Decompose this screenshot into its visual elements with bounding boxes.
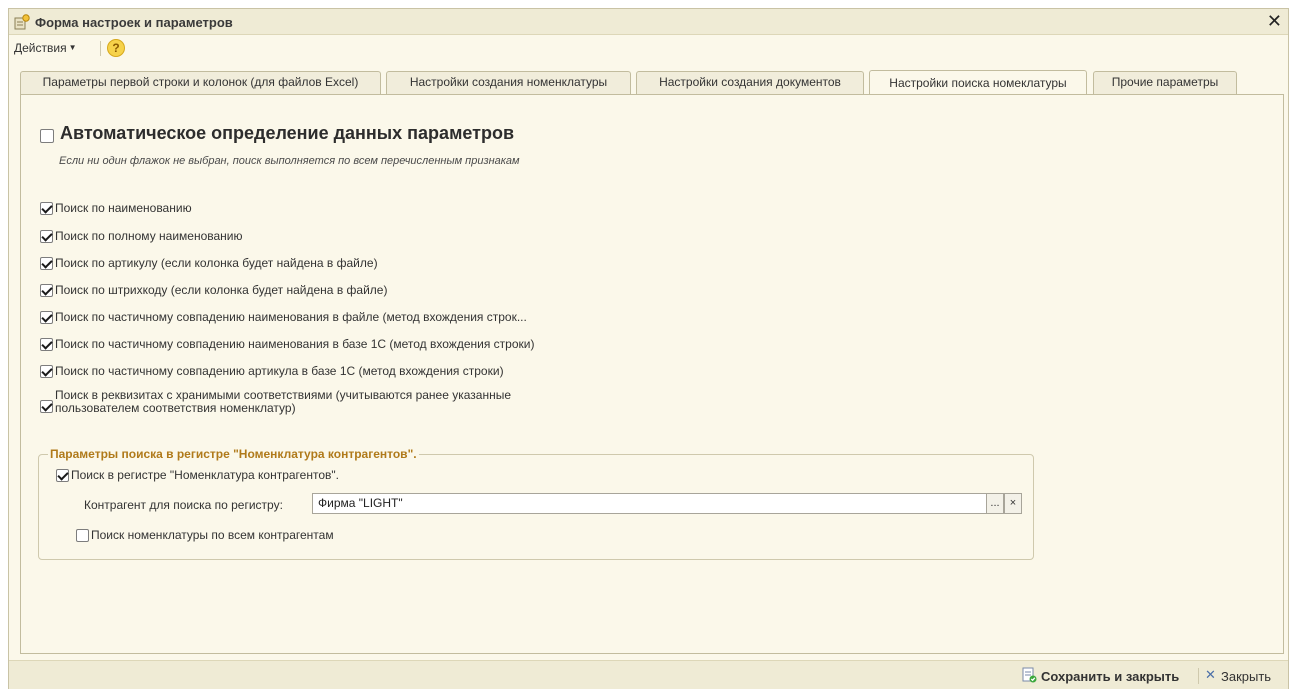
close-button[interactable]: Закрыть	[1221, 669, 1271, 684]
search-by-article-checkbox[interactable]	[40, 257, 53, 270]
auto-detect-label: Автоматическое определение данных параме…	[60, 123, 515, 143]
tab-first-row-columns[interactable]: Параметры первой строки и колонок (для ф…	[20, 71, 381, 94]
search-by-barcode-checkbox[interactable]	[40, 284, 53, 297]
search-in-registry-label: Поиск в регистре "Номенклатура контраген…	[71, 468, 339, 482]
search-by-full-name-checkbox[interactable]	[40, 230, 53, 243]
help-icon[interactable]: ?	[107, 39, 125, 57]
auto-detect-checkbox[interactable]	[40, 129, 54, 143]
all-counterparties-label: Поиск номенклатуры по всем контрагентам	[91, 528, 334, 542]
partial-name-in-base-label: Поиск по частичному совпадению наименова…	[55, 337, 535, 351]
form-settings-icon	[14, 14, 30, 30]
tab-other-params[interactable]: Прочие параметры	[1093, 71, 1237, 94]
actions-menu[interactable]: Действия ▼	[14, 41, 77, 55]
toolbar-separator	[100, 41, 101, 56]
actions-menu-label: Действия	[14, 41, 67, 55]
stored-matches-label-line1: Поиск в реквизитах с хранимыми соответст…	[55, 388, 512, 402]
hint-text: Если ни один флажок не выбран, поиск вып…	[59, 155, 520, 167]
search-by-name-label: Поиск по наименованию	[55, 201, 192, 215]
footer-separator	[1198, 668, 1199, 684]
counterparty-label: Контрагент для поиска по регистру:	[84, 498, 283, 512]
search-by-name-checkbox[interactable]	[40, 202, 53, 215]
all-counterparties-checkbox[interactable]	[76, 529, 89, 542]
partial-article-in-base-checkbox[interactable]	[40, 365, 53, 378]
search-by-full-name-label: Поиск по полному наименованию	[55, 229, 243, 243]
search-by-barcode-label: Поиск по штрихкоду (если колонка будет н…	[55, 283, 388, 297]
counterparty-input[interactable]: Фирма "LIGHT"	[312, 493, 987, 514]
window-title: Форма настроек и параметров	[35, 15, 233, 30]
stored-matches-label-line2: пользователем соответствия номенклатур)	[55, 401, 296, 415]
tab-nomenclature-creation[interactable]: Настройки создания номенклатуры	[386, 71, 631, 94]
tab-document-creation[interactable]: Настройки создания документов	[636, 71, 864, 94]
counterparty-select-button[interactable]: ...	[986, 493, 1004, 514]
stored-matches-checkbox[interactable]	[40, 400, 53, 413]
close-icon: ✕	[1205, 667, 1216, 682]
toolbar: Действия ▼ ?	[9, 36, 1288, 61]
partial-name-in-file-checkbox[interactable]	[40, 311, 53, 324]
tab-nomenclature-search[interactable]: Настройки поиска номеклатуры	[869, 70, 1087, 95]
chevron-down-icon: ▼	[68, 43, 77, 52]
window-close-icon[interactable]: ✕	[1267, 11, 1282, 31]
save-and-close-button[interactable]: Сохранить и закрыть	[1041, 669, 1179, 684]
counterparty-clear-button[interactable]: ×	[1004, 493, 1022, 514]
search-by-article-label: Поиск по артикулу (если колонка будет на…	[55, 256, 378, 270]
save-close-icon	[1022, 667, 1037, 683]
registry-group-title: Параметры поиска в регистре "Номенклатур…	[48, 447, 419, 461]
title-bar: Форма настроек и параметров ✕	[9, 9, 1288, 35]
partial-article-in-base-label: Поиск по частичному совпадению артикула …	[55, 364, 504, 378]
settings-window: Форма настроек и параметров ✕ Действия ▼ …	[8, 8, 1289, 689]
footer-bar: Сохранить и закрыть ✕ Закрыть	[9, 660, 1288, 689]
search-in-registry-checkbox[interactable]	[56, 469, 69, 482]
tab-panel-search: Автоматическое определение данных параме…	[20, 94, 1284, 654]
partial-name-in-file-label: Поиск по частичному совпадению наименова…	[55, 310, 527, 324]
partial-name-in-base-checkbox[interactable]	[40, 338, 53, 351]
